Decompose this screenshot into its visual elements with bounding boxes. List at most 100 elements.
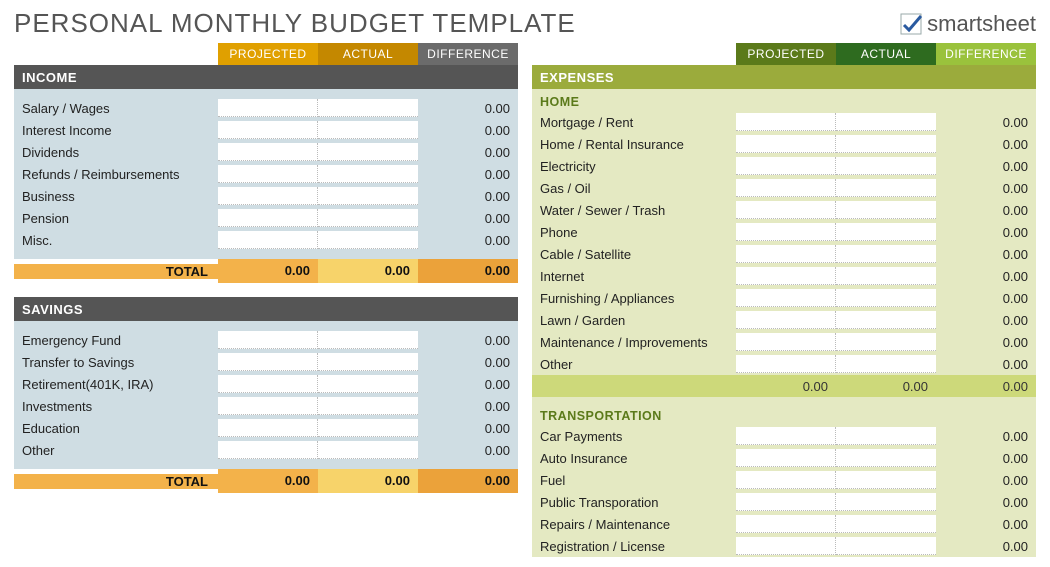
actual-input[interactable]: [318, 331, 418, 349]
projected-input[interactable]: [736, 267, 836, 285]
actual-input[interactable]: [836, 135, 936, 153]
table-row: Phone0.00: [532, 221, 1036, 243]
projected-input[interactable]: [736, 311, 836, 329]
actual-input[interactable]: [836, 427, 936, 445]
actual-input[interactable]: [318, 353, 418, 371]
actual-input[interactable]: [836, 333, 936, 351]
actual-input[interactable]: [318, 375, 418, 393]
difference-value: 0.00: [418, 101, 518, 116]
savings-total-row: TOTAL 0.00 0.00 0.00: [14, 469, 518, 493]
actual-input[interactable]: [318, 419, 418, 437]
actual-input[interactable]: [836, 311, 936, 329]
home-item-label: Maintenance / Improvements: [532, 335, 736, 350]
projected-input[interactable]: [218, 441, 318, 459]
home-item-label: Cable / Satellite: [532, 247, 736, 262]
actual-input[interactable]: [836, 113, 936, 131]
difference-value: 0.00: [936, 115, 1036, 130]
savings-item-label: Other: [14, 443, 218, 458]
table-row: Dividends0.00: [14, 141, 518, 163]
left-column: PROJECTED ACTUAL DIFFERENCE INCOME Salar…: [14, 43, 518, 557]
projected-input[interactable]: [218, 187, 318, 205]
actual-input[interactable]: [836, 179, 936, 197]
right-column-headers: PROJECTED ACTUAL DIFFERENCE: [532, 43, 1036, 65]
projected-input[interactable]: [218, 99, 318, 117]
difference-value: 0.00: [936, 291, 1036, 306]
home-subtotal-projected: 0.00: [736, 379, 836, 394]
actual-input[interactable]: [836, 267, 936, 285]
home-item-label: Electricity: [532, 159, 736, 174]
projected-input[interactable]: [218, 331, 318, 349]
projected-input[interactable]: [736, 179, 836, 197]
projected-input[interactable]: [218, 231, 318, 249]
actual-input[interactable]: [836, 493, 936, 511]
savings-total-label: TOTAL: [14, 474, 218, 489]
home-item-label: Lawn / Garden: [532, 313, 736, 328]
actual-input[interactable]: [836, 223, 936, 241]
projected-input[interactable]: [736, 135, 836, 153]
colhead-projected: PROJECTED: [736, 43, 836, 65]
projected-input[interactable]: [218, 375, 318, 393]
projected-input[interactable]: [736, 245, 836, 263]
actual-input[interactable]: [836, 515, 936, 533]
projected-input[interactable]: [218, 121, 318, 139]
income-item-label: Salary / Wages: [14, 101, 218, 116]
projected-input[interactable]: [736, 537, 836, 555]
actual-input[interactable]: [318, 187, 418, 205]
actual-input[interactable]: [318, 397, 418, 415]
projected-input[interactable]: [736, 427, 836, 445]
actual-input[interactable]: [836, 537, 936, 555]
left-column-headers: PROJECTED ACTUAL DIFFERENCE: [14, 43, 518, 65]
projected-input[interactable]: [218, 143, 318, 161]
actual-input[interactable]: [318, 441, 418, 459]
actual-input[interactable]: [836, 449, 936, 467]
projected-input[interactable]: [736, 289, 836, 307]
table-row: Education0.00: [14, 417, 518, 439]
actual-input[interactable]: [318, 231, 418, 249]
projected-input[interactable]: [736, 471, 836, 489]
savings-block: Emergency Fund0.00Transfer to Savings0.0…: [14, 321, 518, 469]
projected-input[interactable]: [736, 515, 836, 533]
projected-input[interactable]: [218, 209, 318, 227]
projected-input[interactable]: [736, 157, 836, 175]
projected-input[interactable]: [736, 333, 836, 351]
table-row: Other0.00: [532, 353, 1036, 375]
table-row: Repairs / Maintenance0.00: [532, 513, 1036, 535]
actual-input[interactable]: [318, 143, 418, 161]
home-subtotal-actual: 0.00: [836, 379, 936, 394]
actual-input[interactable]: [836, 471, 936, 489]
difference-value: 0.00: [418, 399, 518, 414]
projected-input[interactable]: [736, 223, 836, 241]
transportation-item-label: Car Payments: [532, 429, 736, 444]
right-column: PROJECTED ACTUAL DIFFERENCE EXPENSES HOM…: [532, 43, 1036, 557]
projected-input[interactable]: [736, 201, 836, 219]
actual-input[interactable]: [836, 245, 936, 263]
projected-input[interactable]: [736, 449, 836, 467]
difference-value: 0.00: [936, 225, 1036, 240]
actual-input[interactable]: [318, 209, 418, 227]
table-row: Cable / Satellite0.00: [532, 243, 1036, 265]
difference-value: 0.00: [936, 203, 1036, 218]
projected-input[interactable]: [218, 353, 318, 371]
projected-input[interactable]: [736, 493, 836, 511]
projected-input[interactable]: [218, 397, 318, 415]
actual-input[interactable]: [836, 289, 936, 307]
actual-input[interactable]: [318, 165, 418, 183]
projected-input[interactable]: [218, 419, 318, 437]
projected-input[interactable]: [736, 355, 836, 373]
actual-input[interactable]: [318, 99, 418, 117]
table-row: Transfer to Savings0.00: [14, 351, 518, 373]
colhead-difference: DIFFERENCE: [936, 43, 1036, 65]
colhead-difference: DIFFERENCE: [418, 43, 518, 65]
actual-input[interactable]: [318, 121, 418, 139]
actual-input[interactable]: [836, 355, 936, 373]
actual-input[interactable]: [836, 157, 936, 175]
projected-input[interactable]: [218, 165, 318, 183]
actual-input[interactable]: [836, 201, 936, 219]
difference-value: 0.00: [936, 335, 1036, 350]
logo-text: smartsheet: [927, 11, 1036, 37]
home-subheader: HOME: [532, 89, 1036, 111]
projected-input[interactable]: [736, 113, 836, 131]
table-row: Misc.0.00: [14, 229, 518, 251]
income-total-difference: 0.00: [418, 259, 518, 283]
difference-value: 0.00: [418, 443, 518, 458]
